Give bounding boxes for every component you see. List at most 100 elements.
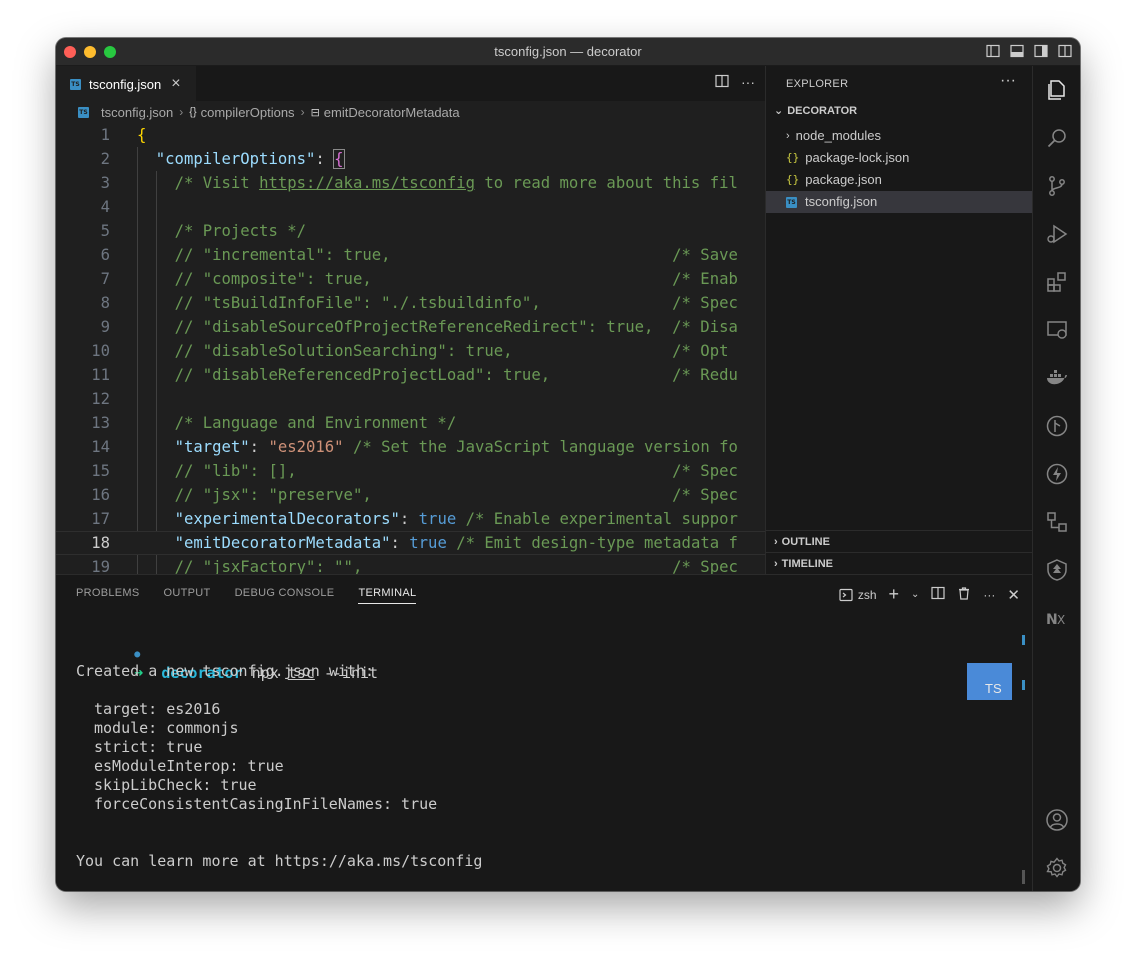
bottom-panel: PROBLEMS OUTPUT DEBUG CONSOLE TERMINAL z… (56, 574, 1032, 891)
chevron-right-icon: › (774, 535, 778, 548)
tree-item-node-modules[interactable]: › node_modules (766, 125, 1033, 147)
search-icon[interactable] (1045, 126, 1069, 150)
toggle-primary-sidebar-icon[interactable] (986, 44, 1000, 58)
source-control-icon[interactable] (1045, 174, 1069, 198)
more-actions-icon[interactable]: ··· (983, 588, 995, 602)
terminal-output-option: forceConsistentCasingInFileNames: true (94, 795, 438, 813)
code-line[interactable]: 7 // "composite": true, /* Enab (56, 267, 765, 291)
tab-output[interactable]: OUTPUT (164, 587, 211, 599)
code-token: "es2016" (268, 438, 344, 456)
code-line[interactable]: 16 // "jsx": "preserve", /* Spec (56, 483, 765, 507)
code-line[interactable]: 14 "target": "es2016" /* Set the JavaScr… (56, 435, 765, 459)
object-icon: {} (189, 106, 197, 118)
remote-explorer-icon[interactable] (1045, 318, 1069, 342)
terminal-scrollbar[interactable] (1022, 870, 1025, 884)
line-number: 17 (91, 510, 110, 528)
breadcrumb-emit-decorator-metadata[interactable]: emitDecoratorMetadata (324, 105, 460, 120)
chevron-right-icon: › (179, 105, 184, 119)
git-graph-icon[interactable] (1045, 414, 1069, 438)
outline-section-header[interactable]: › OUTLINE (766, 530, 1033, 552)
line-number: 3 (100, 174, 110, 192)
account-icon[interactable] (1045, 808, 1069, 832)
run-debug-icon[interactable] (1045, 222, 1069, 246)
new-terminal-icon[interactable]: + (889, 584, 900, 605)
tree-item-package-lock[interactable]: {} package-lock.json (766, 147, 1033, 169)
line-number: 12 (91, 390, 110, 408)
code-token: // "jsx": "preserve", /* Spec (174, 486, 738, 504)
breadcrumb-compiler-options[interactable]: compilerOptions (201, 105, 295, 120)
explorer-icon[interactable] (1045, 78, 1069, 102)
split-terminal-icon[interactable] (931, 586, 946, 603)
customize-layout-icon[interactable] (1058, 44, 1072, 58)
tab-debug-console[interactable]: DEBUG CONSOLE (235, 587, 335, 599)
code-line[interactable]: 1{ (56, 123, 765, 147)
chevron-down-icon[interactable]: ⌄ (911, 589, 919, 600)
breadcrumb-file[interactable]: tsconfig.json (101, 105, 173, 120)
more-actions-icon[interactable]: ··· (741, 74, 755, 91)
code-line[interactable]: 13 /* Language and Environment */ (56, 411, 765, 435)
code-line[interactable]: 3 /* Visit https://aka.ms/tsconfig to re… (56, 171, 765, 195)
code-token: "emitDecoratorMetadata" (174, 534, 391, 552)
code-token: https://aka.ms/tsconfig (259, 174, 475, 192)
line-text: // "tsBuildInfoFile": "./.tsbuildinfo", … (137, 291, 738, 315)
tab-problems[interactable]: PROBLEMS (76, 587, 140, 599)
code-token: "target" (174, 438, 250, 456)
code-line[interactable]: 2 "compilerOptions": { (56, 147, 765, 171)
code-line[interactable]: 4 (56, 195, 765, 219)
code-line[interactable]: 12 (56, 387, 765, 411)
tree-icon[interactable] (1045, 558, 1069, 582)
flow-icon[interactable] (1045, 510, 1069, 534)
line-number: 9 (100, 318, 110, 336)
code-line[interactable]: 17 "experimentalDecorators": true /* Ena… (56, 507, 765, 531)
line-text: "experimentalDecorators": true /* Enable… (137, 507, 738, 531)
code-line[interactable]: 11 // "disableReferencedProjectLoad": tr… (56, 363, 765, 387)
success-dot-icon: ● (134, 649, 141, 660)
docker-icon[interactable] (1045, 366, 1069, 390)
line-number: 6 (100, 246, 110, 264)
code-token: true (418, 510, 457, 528)
tree-item-package-json[interactable]: {} package.json (766, 169, 1033, 191)
code-line[interactable]: 5 /* Projects */ (56, 219, 765, 243)
toggle-secondary-sidebar-icon[interactable] (1034, 44, 1048, 58)
nx-icon[interactable]: NX (1045, 606, 1069, 630)
editor-tab-tsconfig[interactable]: TS tsconfig.json × (56, 66, 196, 101)
thunder-client-icon[interactable] (1045, 462, 1069, 486)
close-tab-icon[interactable]: × (171, 75, 180, 93)
chevron-down-icon: ⌄ (774, 105, 784, 117)
explorer-more-icon[interactable]: ··· (1000, 72, 1016, 90)
line-number: 10 (91, 342, 110, 360)
code-line[interactable]: 18 "emitDecoratorMetadata": true /* Emit… (56, 531, 765, 555)
close-panel-icon[interactable]: ✕ (1007, 586, 1020, 604)
kill-terminal-icon[interactable] (957, 586, 971, 603)
breadcrumb: TS tsconfig.json › {} compilerOptions › … (56, 101, 765, 123)
code-token: // "tsBuildInfoFile": "./.tsbuildinfo", … (174, 294, 738, 312)
split-editor-icon[interactable] (715, 74, 729, 91)
terminal-shell-selector[interactable]: zsh (839, 588, 877, 602)
line-text: // "disableSolutionSearching": true, /* … (137, 339, 738, 363)
scroll-marker (1022, 680, 1025, 690)
toggle-panel-icon[interactable] (1010, 44, 1024, 58)
code-token: to read more about this fil (475, 174, 738, 192)
code-line[interactable]: 19 // "jsxFactory": "", /* Spec (56, 555, 765, 574)
tab-terminal[interactable]: TERMINAL (358, 587, 417, 604)
chevron-right-icon: › (786, 130, 790, 142)
tree-item-tsconfig[interactable]: TS tsconfig.json (766, 191, 1033, 213)
line-number: 4 (100, 198, 110, 216)
terminal-icon (839, 588, 853, 601)
code-line[interactable]: 10 // "disableSolutionSearching": true, … (56, 339, 765, 363)
code-editor[interactable]: 1{2 "compilerOptions": {3 /* Visit https… (56, 123, 765, 574)
extensions-icon[interactable] (1045, 270, 1069, 294)
workspace-section-header[interactable]: ⌄ DECORATOR (774, 104, 857, 118)
code-line[interactable]: 9 // "disableSourceOfProjectReferenceRed… (56, 315, 765, 339)
code-line[interactable]: 15 // "lib": [], /* Spec (56, 459, 765, 483)
settings-gear-icon[interactable] (1045, 856, 1069, 880)
code-line[interactable]: 6 // "incremental": true, /* Save (56, 243, 765, 267)
timeline-section-header[interactable]: › TIMELINE (766, 552, 1033, 574)
code-line[interactable]: 8 // "tsBuildInfoFile": "./.tsbuildinfo"… (56, 291, 765, 315)
terminal[interactable]: ● ➜ decorator npx tsc --init Created a n… (56, 623, 1016, 891)
